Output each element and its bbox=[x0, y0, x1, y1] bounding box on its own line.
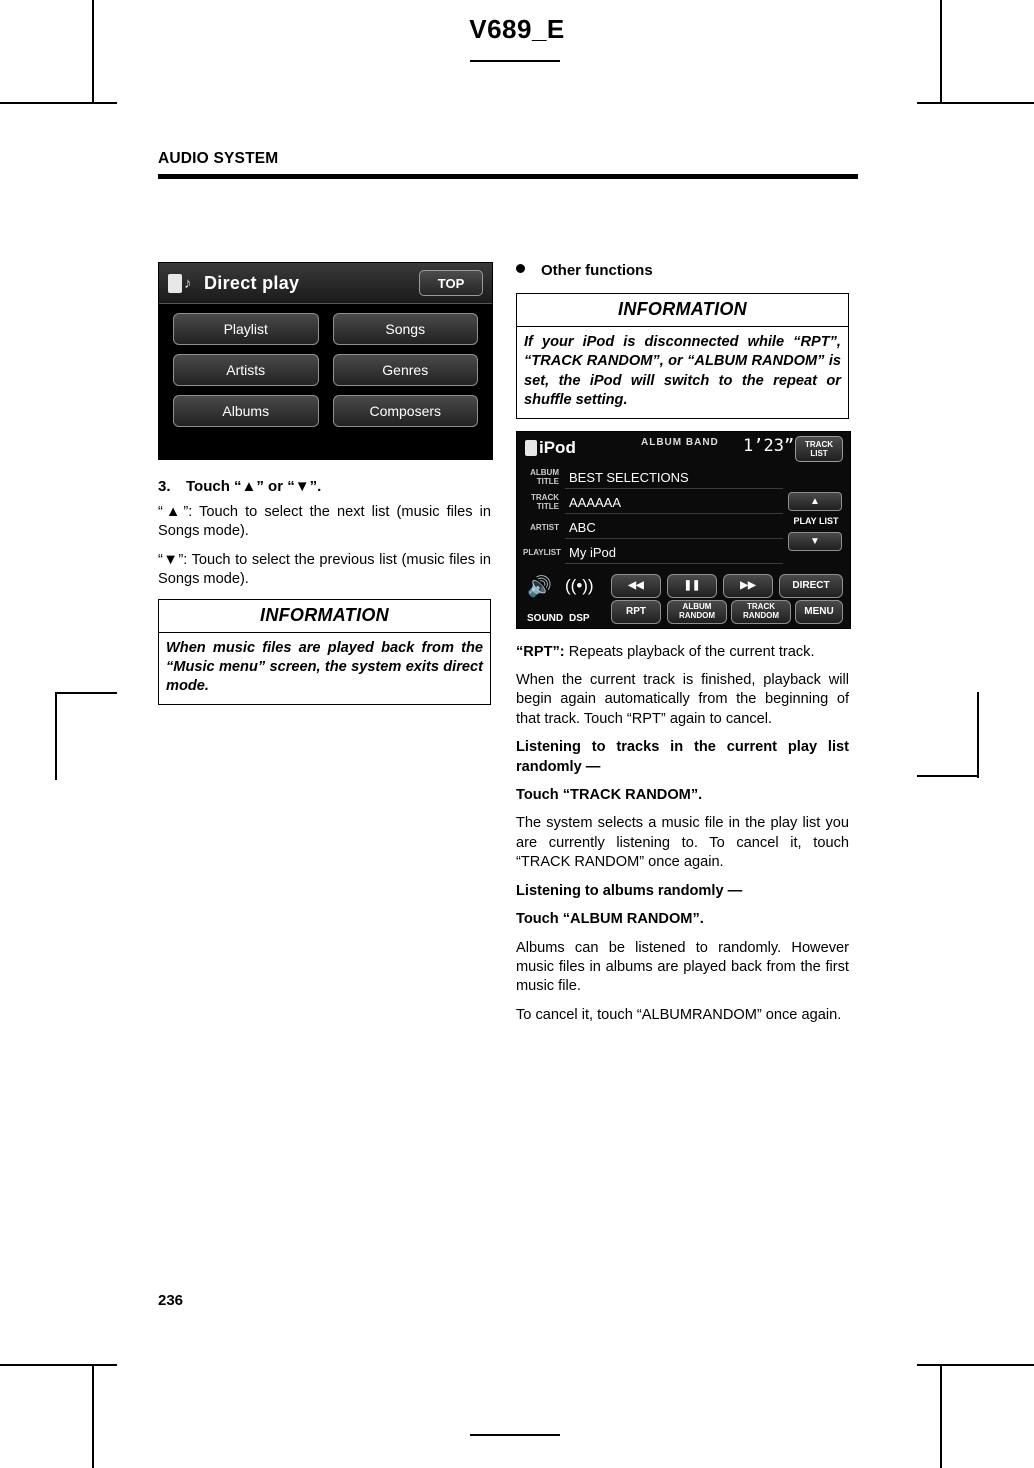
album-random-action: Touch “ALBUM RANDOM”. bbox=[516, 911, 704, 928]
composers-button[interactable]: Composers bbox=[332, 395, 478, 427]
artist-value: ABC bbox=[565, 518, 783, 539]
direct-play-title: Direct play bbox=[204, 272, 300, 293]
information-box-left: INFORMATION When music files are played … bbox=[158, 598, 491, 705]
crop-mark-mid-right-horizontal bbox=[917, 775, 979, 777]
speaker-icon: 🔊 bbox=[527, 575, 552, 598]
crop-mark-mid-left-vertical bbox=[55, 692, 57, 780]
genres-button[interactable]: Genres bbox=[332, 354, 478, 386]
track-title-row: TRACK TITLE AAAAAA bbox=[523, 491, 783, 516]
scroll-up-button[interactable]: ▲ bbox=[788, 491, 842, 511]
crop-mark-bottom-center bbox=[470, 1434, 560, 1436]
rpt-description: “RPT”: Repeats playback of the current t… bbox=[516, 643, 849, 662]
rpt-detail: When the current track is finished, play… bbox=[516, 672, 849, 727]
albums-button[interactable]: Albums bbox=[173, 395, 319, 427]
information-title-left: INFORMATION bbox=[159, 600, 490, 633]
ipod-logo-label: iPod bbox=[539, 437, 576, 457]
crop-mark-mid-left-horizontal bbox=[55, 692, 117, 694]
track-random-heading: Listening to tracks in the current play … bbox=[516, 739, 849, 775]
rpt-text: Repeats playback of the current track. bbox=[564, 643, 815, 660]
track-random-button[interactable]: TRACK RANDOM bbox=[731, 599, 791, 624]
track-title-value: AAAAAA bbox=[565, 493, 783, 514]
ipod-screen-top-bar: iPod ALBUM BAND 1’23” TRACK LIST bbox=[517, 432, 850, 466]
direct-play-screen: ♪ Direct play TOP Playlist Songs Artists… bbox=[158, 262, 493, 460]
document-code: V689_E bbox=[469, 14, 565, 44]
album-random-detail: Albums can be listened to randomly. Howe… bbox=[516, 939, 849, 995]
artist-row: ARTIST ABC bbox=[523, 516, 783, 541]
left-column: ♪ Direct play TOP Playlist Songs Artists… bbox=[158, 262, 493, 717]
bullet-dot-icon bbox=[516, 264, 525, 273]
scroll-down-button[interactable]: ▼ bbox=[788, 531, 842, 551]
sound-label[interactable]: SOUND bbox=[527, 613, 563, 624]
artist-tag: ARTIST bbox=[530, 522, 559, 532]
dsp-wave-icon: ((•)) bbox=[565, 575, 594, 595]
track-random-detail: The system selects a music file in the p… bbox=[516, 815, 849, 871]
music-file-icon: ♪ bbox=[168, 272, 198, 294]
direct-play-header: ♪ Direct play TOP bbox=[159, 263, 492, 304]
information-body-right: If your iPod is disconnected while “RPT”… bbox=[524, 334, 841, 409]
information-box-right: INFORMATION If your iPod is disconnected… bbox=[516, 293, 849, 419]
ipod-logo: iPod bbox=[525, 438, 576, 458]
section-title: AUDIO SYSTEM bbox=[158, 150, 279, 167]
playlist-button[interactable]: Playlist bbox=[173, 313, 319, 345]
step-3-text: Touch “▲” or “▼”. bbox=[186, 478, 322, 495]
artists-button[interactable]: Artists bbox=[173, 354, 319, 386]
track-title-tag: TRACK TITLE bbox=[531, 493, 559, 512]
album-random-cancel: To cancel it, touch “ALBUMRANDOM” once a… bbox=[516, 1006, 842, 1023]
album-title-tag: ALBUM TITLE bbox=[530, 468, 559, 487]
songs-button[interactable]: Songs bbox=[332, 313, 478, 345]
track-time: 1’23” bbox=[743, 435, 795, 456]
playlist-row: PLAYLIST My iPod bbox=[523, 541, 783, 566]
track-list-button[interactable]: TRACK LIST bbox=[795, 435, 843, 462]
album-title-row: ALBUM TITLE BEST SELECTIONS bbox=[523, 466, 783, 491]
direct-play-button-grid: Playlist Songs Artists Genres Albums Com… bbox=[173, 313, 478, 427]
crop-mark-bottom-left-vertical bbox=[92, 1364, 94, 1468]
header-rule bbox=[158, 174, 858, 179]
rpt-lead: “RPT”: bbox=[516, 643, 565, 660]
up-arrow-description: “▲”: Touch to select the next list (musi… bbox=[158, 504, 491, 540]
crop-mark-mid-right-vertical bbox=[977, 692, 979, 778]
playlist-tag: PLAYLIST bbox=[523, 547, 561, 557]
rpt-button[interactable]: RPT bbox=[611, 599, 661, 624]
down-arrow-description: “▼”: Touch to select the previous list (… bbox=[158, 551, 491, 588]
information-body-left: When music files are played back from th… bbox=[166, 639, 483, 695]
ipod-screen: iPod ALBUM BAND 1’23” TRACK LIST ALBUM T… bbox=[516, 430, 851, 629]
dsp-label[interactable]: DSP bbox=[569, 613, 590, 624]
album-band-label: ALBUM BAND bbox=[641, 436, 719, 448]
fast-forward-button[interactable]: ▶▶ bbox=[723, 573, 773, 598]
information-title-right: INFORMATION bbox=[517, 294, 848, 327]
step-3-number: 3. bbox=[158, 478, 171, 495]
right-column: Other functions INFORMATION If your iPod… bbox=[516, 262, 851, 1034]
playlist-value: My iPod bbox=[565, 543, 783, 564]
rewind-button[interactable]: ◀◀ bbox=[611, 573, 661, 598]
crop-mark-top-right-horizontal bbox=[917, 102, 1034, 104]
top-button[interactable]: TOP bbox=[419, 270, 483, 296]
album-random-heading: Listening to albums randomly — bbox=[516, 882, 743, 899]
ipod-control-bar: 🔊 ((•)) SOUND DSP ◀◀ ❚❚ ▶▶ DIRECT RPT AL… bbox=[517, 572, 850, 628]
other-functions-heading: Other functions bbox=[516, 262, 849, 279]
crop-mark-bottom-right-vertical bbox=[940, 1364, 942, 1468]
pause-button[interactable]: ❚❚ bbox=[667, 573, 717, 598]
other-functions-label: Other functions bbox=[541, 262, 653, 279]
track-random-action: Touch “TRACK RANDOM”. bbox=[516, 787, 703, 804]
play-list-label[interactable]: PLAY LIST bbox=[790, 514, 842, 529]
crop-mark-bottom-left-horizontal bbox=[0, 1364, 117, 1366]
direct-button[interactable]: DIRECT bbox=[779, 573, 843, 598]
crop-mark-bottom-right-horizontal bbox=[917, 1364, 1034, 1366]
ipod-info-rows: ALBUM TITLE BEST SELECTIONS TRACK TITLE … bbox=[523, 466, 783, 566]
crop-mark-top-center bbox=[470, 60, 560, 62]
album-random-button[interactable]: ALBUM RANDOM bbox=[667, 599, 727, 624]
menu-button[interactable]: MENU bbox=[795, 599, 843, 624]
album-title-value: BEST SELECTIONS bbox=[565, 468, 783, 489]
page-number: 236 bbox=[158, 1292, 184, 1309]
step-3: 3. Touch “▲” or “▼”. bbox=[158, 478, 491, 495]
crop-mark-top-left-horizontal bbox=[0, 102, 117, 104]
